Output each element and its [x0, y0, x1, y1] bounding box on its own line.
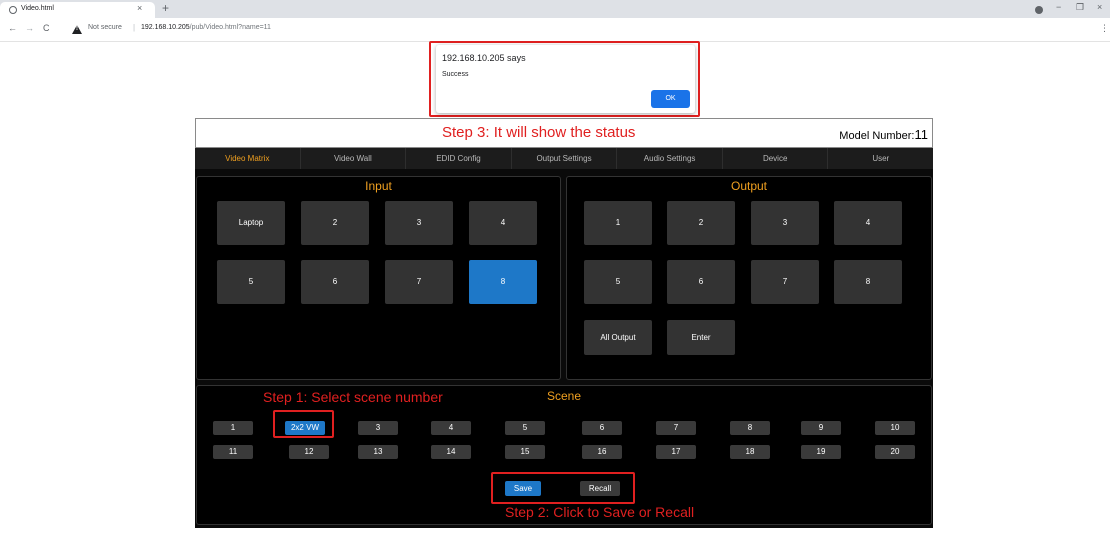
scene-button-20[interactable]: 20 [875, 445, 915, 459]
scene-panel: Scene Step 1: Select scene number 1 2x2 … [196, 385, 932, 525]
scene-button-15[interactable]: 15 [505, 445, 545, 459]
tab-user[interactable]: User [828, 148, 933, 169]
input-button-3[interactable]: 3 [385, 201, 453, 245]
profile-icon[interactable] [1035, 6, 1043, 14]
scene-button-13[interactable]: 13 [358, 445, 398, 459]
output-button-1[interactable]: 1 [584, 201, 652, 245]
step1-highlight-box [273, 410, 334, 438]
warning-icon[interactable] [72, 25, 82, 34]
url-separator: | [133, 23, 136, 32]
scene-button-6[interactable]: 6 [582, 421, 622, 435]
back-arrow-icon[interactable]: ← [8, 23, 17, 33]
tab-video-wall[interactable]: Video Wall [301, 148, 407, 169]
model-value: 11 [914, 127, 929, 142]
scene-button-8[interactable]: 8 [730, 421, 770, 435]
scene-button-11[interactable]: 11 [213, 445, 253, 459]
input-button-4[interactable]: 4 [469, 201, 537, 245]
url-path: /pub/Video.html?name=11 [189, 24, 271, 31]
tab-audio-settings[interactable]: Audio Settings [617, 148, 723, 169]
app-header: Step 3: It will show the status Model Nu… [195, 118, 933, 148]
app-window: Step 3: It will show the status Model Nu… [195, 118, 933, 528]
all-output-button[interactable]: All Output [584, 320, 652, 355]
scene-button-12[interactable]: 12 [289, 445, 329, 459]
step3-annotation: Step 3: It will show the status [442, 124, 636, 141]
scene-button-16[interactable]: 16 [582, 445, 622, 459]
scene-button-17[interactable]: 17 [656, 445, 696, 459]
input-button-6[interactable]: 6 [301, 260, 369, 304]
input-button-5[interactable]: 5 [217, 260, 285, 304]
scene-button-7[interactable]: 7 [656, 421, 696, 435]
tab-video-matrix[interactable]: Video Matrix [195, 148, 301, 169]
forward-arrow-icon[interactable]: → [25, 23, 34, 33]
output-button-6[interactable]: 6 [667, 260, 735, 304]
enter-button[interactable]: Enter [667, 320, 735, 355]
alert-message: Success [442, 71, 469, 78]
output-button-4[interactable]: 4 [834, 201, 902, 245]
scene-button-5[interactable]: 5 [505, 421, 545, 435]
alert-dialog: 192.168.10.205 says Success OK [436, 45, 695, 113]
alert-title: 192.168.10.205 says [442, 53, 526, 63]
tab-edid-config[interactable]: EDID Config [406, 148, 512, 169]
output-title: Output [730, 179, 768, 193]
tab-output-settings[interactable]: Output Settings [512, 148, 618, 169]
step2-highlight-box [491, 472, 635, 504]
input-button-2[interactable]: 2 [301, 201, 369, 245]
tab-close-icon[interactable]: × [137, 3, 142, 13]
browser-tab[interactable]: Video.html × [0, 2, 155, 18]
scene-button-10[interactable]: 10 [875, 421, 915, 435]
input-button-7[interactable]: 7 [385, 260, 453, 304]
model-number: Model Number:11 [839, 127, 928, 142]
address-bar[interactable]: 192.168.10.205/pub/Video.html?name=11 [141, 24, 271, 31]
not-secure-label[interactable]: Not secure [88, 24, 122, 31]
output-button-3[interactable]: 3 [751, 201, 819, 245]
scene-button-19[interactable]: 19 [801, 445, 841, 459]
minimize-icon[interactable]: − [1056, 2, 1061, 12]
tab-device[interactable]: Device [723, 148, 829, 169]
alert-ok-button[interactable]: OK [651, 90, 690, 108]
restore-icon[interactable]: ❐ [1076, 2, 1084, 13]
scene-button-14[interactable]: 14 [431, 445, 471, 459]
output-panel: Output 1 2 3 4 5 6 7 8 All Output Enter [566, 176, 932, 380]
output-button-5[interactable]: 5 [584, 260, 652, 304]
output-button-8[interactable]: 8 [834, 260, 902, 304]
output-button-7[interactable]: 7 [751, 260, 819, 304]
input-title: Input [365, 179, 392, 193]
browser-tabstrip: Video.html × + − ❐ × [0, 0, 1110, 18]
step2-annotation: Step 2: Click to Save or Recall [505, 504, 695, 520]
scene-button-18[interactable]: 18 [730, 445, 770, 459]
tab-title: Video.html [21, 5, 54, 12]
model-label: Model Number: [839, 130, 915, 142]
url-host: 192.168.10.205 [141, 24, 190, 31]
input-button-8[interactable]: 8 [469, 260, 537, 304]
close-window-icon[interactable]: × [1097, 2, 1102, 12]
scene-button-3[interactable]: 3 [358, 421, 398, 435]
input-panel: Input Laptop 2 3 4 5 6 7 8 [196, 176, 561, 380]
reload-icon[interactable]: C [43, 23, 50, 33]
new-tab-icon[interactable]: + [162, 1, 169, 15]
globe-icon [9, 6, 17, 14]
input-button-1[interactable]: Laptop [217, 201, 285, 245]
scene-button-4[interactable]: 4 [431, 421, 471, 435]
scene-button-1[interactable]: 1 [213, 421, 253, 435]
step1-annotation: Step 1: Select scene number [263, 389, 443, 405]
scene-button-9[interactable]: 9 [801, 421, 841, 435]
browser-toolbar: ← → C Not secure | 192.168.10.205/pub/Vi… [0, 18, 1110, 42]
main-nav: Video Matrix Video Wall EDID Config Outp… [195, 148, 933, 169]
output-button-2[interactable]: 2 [667, 201, 735, 245]
menu-icon[interactable]: ⋮ [1100, 23, 1109, 34]
